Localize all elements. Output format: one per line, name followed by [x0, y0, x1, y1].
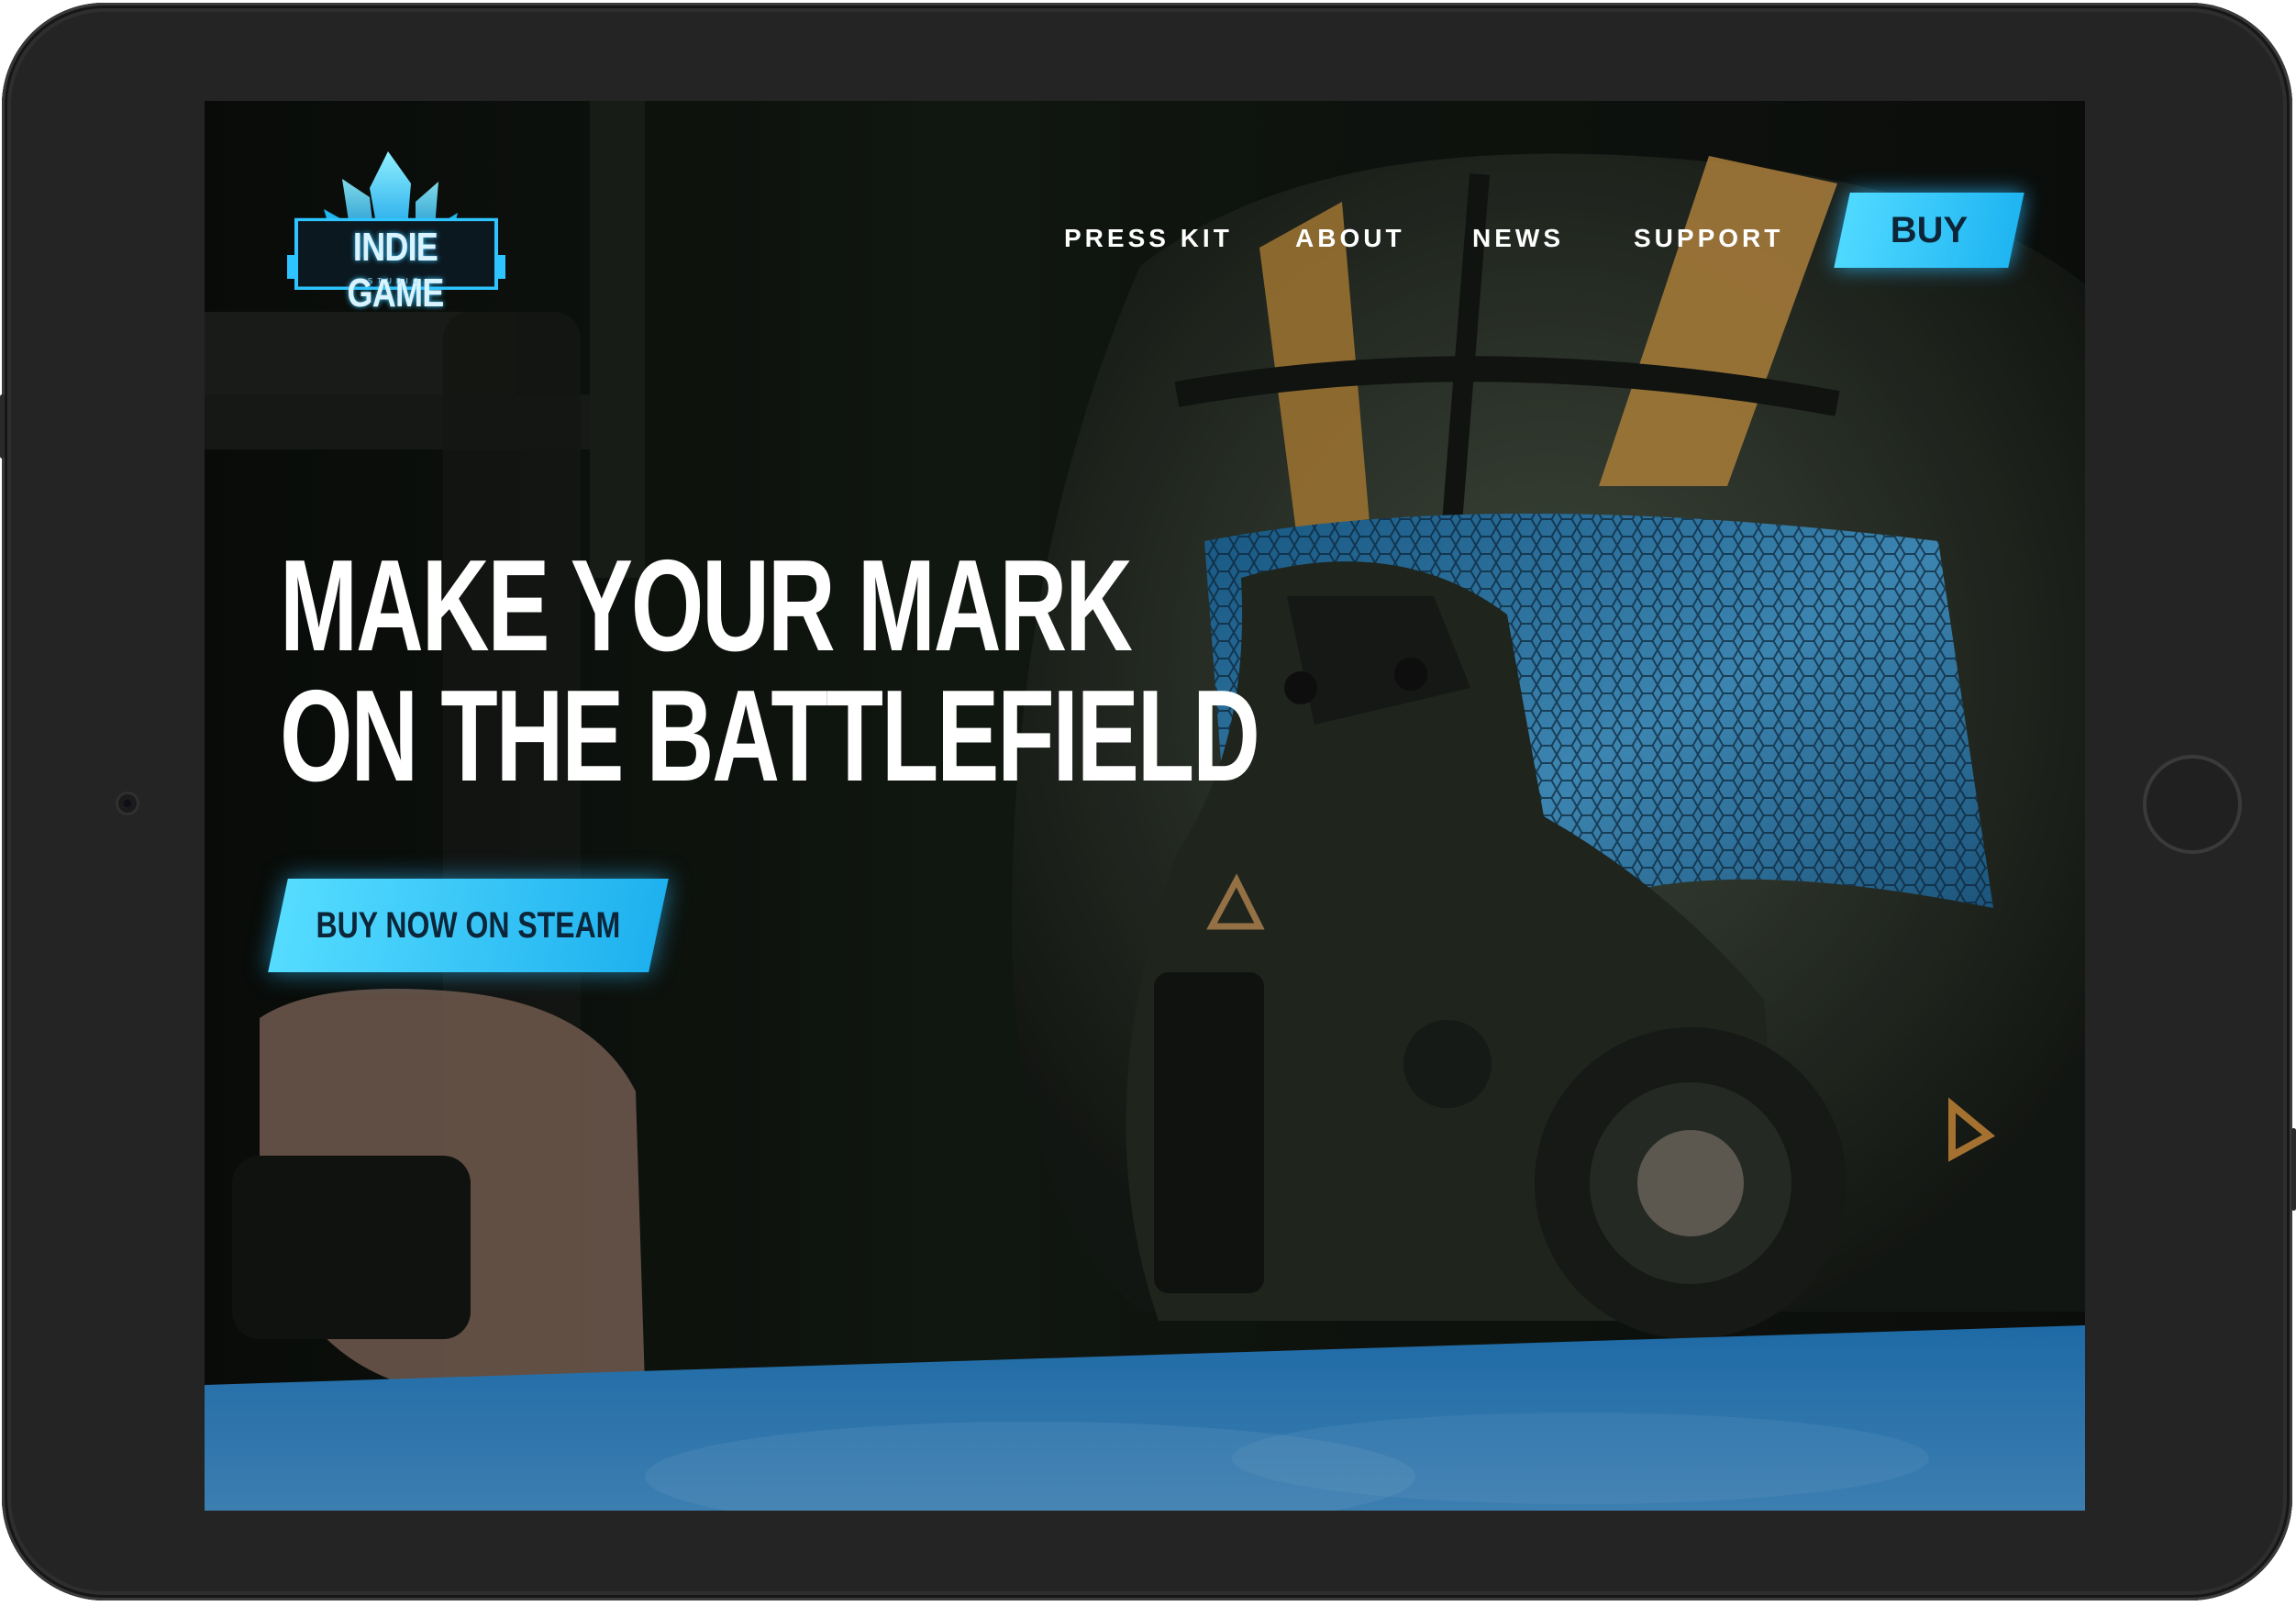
buy-button[interactable]: BUY [1834, 193, 2024, 268]
nav-link-news[interactable]: NEWS [1472, 216, 1564, 261]
side-button-top [0, 394, 5, 459]
home-button[interactable] [2143, 755, 2242, 854]
buy-on-steam-button[interactable]: BUY NOW ON STEAM [268, 879, 669, 972]
buy-on-steam-button-wrap: BUY NOW ON STEAM [278, 879, 659, 972]
screen: INDIE GAME STUDIO PRESS KIT ABOUT NEWS S… [205, 101, 2085, 1511]
main-nav: PRESS KIT ABOUT NEWS SUPPORT [205, 216, 2085, 261]
front-camera [116, 792, 139, 815]
nav-link-support[interactable]: SUPPORT [1634, 216, 1783, 261]
hero-headline-line-1: MAKE YOUR MARK [280, 533, 1133, 679]
logo-subtext: STUDIO [367, 277, 424, 285]
hero-headline: MAKE YOUR MARK ON THE BATTLEFIELD [280, 533, 1260, 809]
buy-on-steam-label: BUY NOW ON STEAM [316, 905, 621, 946]
side-button-right [2291, 1128, 2296, 1211]
nav-link-about[interactable]: ABOUT [1295, 216, 1405, 261]
hero-headline-line-2: ON THE BATTLEFIELD [280, 663, 1260, 809]
nav-link-press-kit[interactable]: PRESS KIT [1064, 216, 1233, 261]
buy-button-label: BUY [1890, 210, 1969, 250]
